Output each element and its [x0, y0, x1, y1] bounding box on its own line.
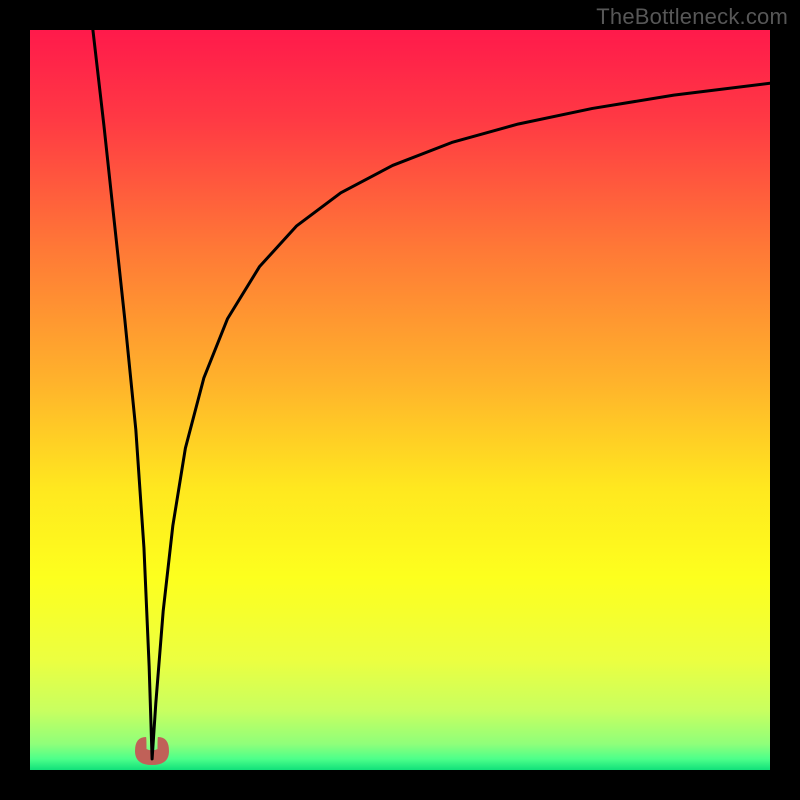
plot-svg — [30, 30, 770, 770]
gradient-background — [30, 30, 770, 770]
plot-frame — [30, 30, 770, 770]
chart-container: TheBottleneck.com — [0, 0, 800, 800]
watermark-label: TheBottleneck.com — [596, 4, 788, 30]
